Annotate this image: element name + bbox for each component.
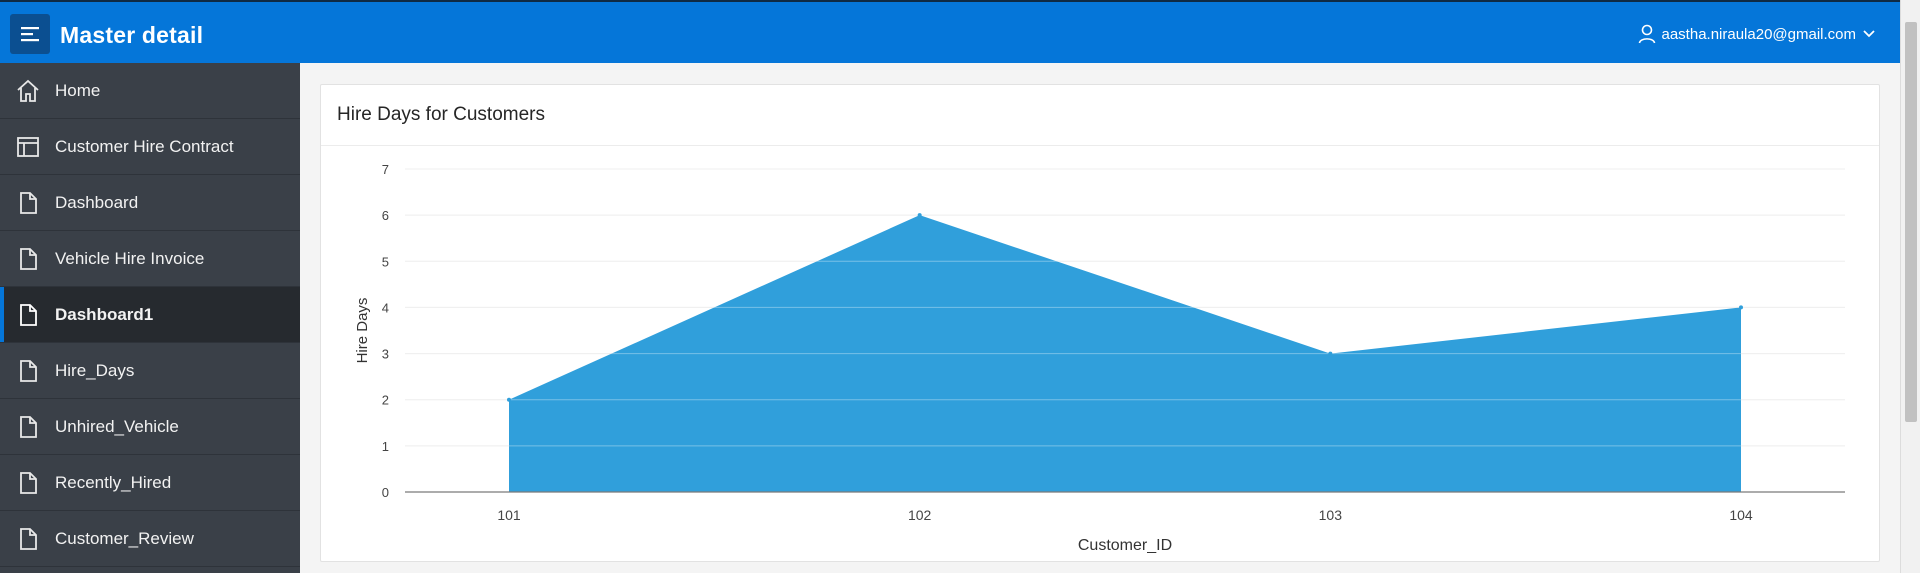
y-tick-label: 1 [382,439,389,454]
sidebar-item-label: Unhired_Vehicle [55,416,179,436]
y-tick-label: 6 [382,208,389,223]
page-icon [20,528,37,550]
sidebar-item-home[interactable]: Home [0,63,300,119]
y-tick-label: 7 [382,162,389,177]
user-icon [1638,24,1655,44]
page-icon [20,192,37,214]
page-icon [20,360,37,382]
app-title[interactable]: Master detail [60,22,203,49]
page-scrollbar[interactable] [1900,0,1920,573]
user-menu-button[interactable]: aastha.niraula20@gmail.com [1638,24,1877,44]
page-icon [20,472,37,494]
chevron-down-icon [1863,30,1875,38]
page-icon [20,304,37,326]
y-tick-label: 4 [382,300,389,315]
sidebar-item-customer-review[interactable]: Customer_Review [0,511,300,567]
home-icon [17,79,39,102]
x-tick-label: 103 [1319,507,1343,523]
chart-region: Hire Days for Customers 0 1 2 3 4 5 6 7 101 102 10… [320,84,1880,562]
region-header: Hire Days for Customers [321,85,1879,146]
app-header: Master detail aastha.niraula20@gmail.com [0,0,1900,63]
area-chart: 0 1 2 3 4 5 6 7 101 102 103 104 Customer_ID Hire Days [354,162,1845,554]
y-tick-label: 2 [382,393,389,408]
sidebar-item-label: Recently_Hired [55,472,172,492]
sidebar-item-label: Customer_Review [55,528,194,548]
user-email: aastha.niraula20@gmail.com [1661,25,1857,43]
sidebar-item-customer-hire-contract[interactable]: Customer Hire Contract [0,119,300,175]
x-tick-label: 104 [1729,507,1753,523]
sidebar-item-label: Dashboard [55,192,139,212]
y-axis-title: Hire Days [354,298,371,364]
hamburger-icon [21,27,39,42]
sidebar-item-label: Customer Hire Contract [55,136,234,156]
sidebar-item-label: Home [55,80,101,100]
page-icon [20,416,37,438]
y-tick-label: 5 [382,254,389,269]
sidebar-item-dashboard1[interactable]: Dashboard1 [0,287,300,343]
data-point [1739,305,1743,310]
page-icon [20,248,37,270]
sidebar-item-label: Vehicle Hire Invoice [55,248,205,268]
sidebar-item-unhired-vehicle[interactable]: Unhired_Vehicle [0,399,300,455]
data-point [1328,351,1333,356]
y-tick-label: 0 [382,485,389,500]
sidebar-item-vehicle-hire-invoice[interactable]: Vehicle Hire Invoice [0,231,300,287]
sidebar-item-recently-hired[interactable]: Recently_Hired [0,455,300,511]
y-tick-label: 3 [382,347,389,362]
data-point [917,213,922,218]
sidebar-nav: Home Customer Hire Contract Dashboard Ve… [0,63,300,573]
region-title: Hire Days for Customers [337,104,545,125]
x-tick-label: 101 [497,507,521,523]
sidebar-item-hire-days[interactable]: Hire_Days [0,343,300,399]
table-icon [17,137,39,157]
sidebar-item-label: Dashboard1 [55,304,154,324]
scrollbar-thumb[interactable] [1905,22,1917,422]
x-axis-title: Customer_ID [1078,537,1172,554]
data-point [507,397,511,402]
sidebar-item-dashboard[interactable]: Dashboard [0,175,300,231]
sidebar-item-label: Hire_Days [55,360,135,380]
menu-toggle-button[interactable] [10,14,50,54]
x-tick-label: 102 [908,507,932,523]
